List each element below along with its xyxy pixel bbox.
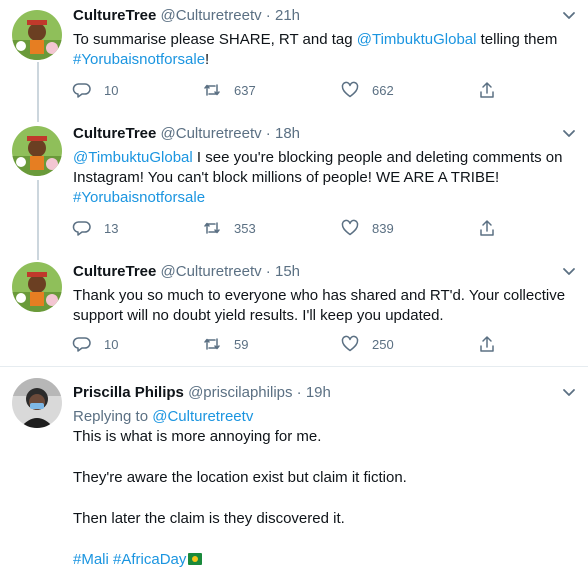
- paragraph: They're aware the location exist but cla…: [73, 469, 407, 486]
- text-segment: telling them: [476, 31, 558, 48]
- action-bar: 10 59 250: [72, 334, 502, 354]
- separator: ·: [261, 125, 275, 142]
- paragraph: This is what is more annoying for me.: [73, 428, 322, 445]
- culturetree-avatar-image: [12, 126, 62, 176]
- avatar[interactable]: [12, 126, 62, 176]
- reply-button[interactable]: 10: [72, 80, 118, 100]
- hashtag-line: #Mali #AfricaDay: [73, 550, 573, 570]
- tweet[interactable]: CultureTree @Culturetreetv · 21h To summ…: [0, 0, 588, 118]
- thread-line: [37, 118, 39, 122]
- reply-icon: [72, 221, 91, 236]
- retweet-button[interactable]: 353: [202, 218, 256, 238]
- culturetree-avatar-image: [12, 262, 62, 312]
- avatar[interactable]: [12, 378, 62, 428]
- handle[interactable]: @Culturetreetv: [161, 7, 262, 24]
- display-name[interactable]: CultureTree: [73, 263, 156, 280]
- hashtag-link[interactable]: #Mali: [73, 551, 109, 568]
- tweet-text: Thank you so much to everyone who has sh…: [73, 286, 573, 326]
- display-name[interactable]: CultureTree: [73, 7, 156, 24]
- replying-to: Replying to @Culturetreetv: [73, 407, 573, 427]
- mention-link[interactable]: @TimbuktuGlobal: [73, 149, 193, 166]
- text-segment: To summarise please SHARE, RT and tag: [73, 31, 357, 48]
- flag-emoji-icon: [188, 553, 203, 565]
- like-count: 250: [372, 336, 394, 352]
- retweet-count: 637: [234, 82, 256, 98]
- more-options-icon[interactable]: [560, 124, 578, 142]
- reply-count: 13: [104, 220, 119, 236]
- reply-icon: [72, 83, 91, 98]
- like-button[interactable]: 839: [340, 218, 394, 238]
- share-button[interactable]: [477, 334, 497, 354]
- text-segment: Thank you so much to everyone who has sh…: [73, 287, 566, 324]
- paragraph: Then later the claim is they discovered …: [73, 510, 345, 527]
- separator: ·: [292, 384, 306, 401]
- retweet-button[interactable]: 637: [202, 80, 256, 100]
- avatar[interactable]: [12, 262, 62, 312]
- replying-to-handle[interactable]: @Culturetreetv: [152, 408, 253, 425]
- tweet-text: To summarise please SHARE, RT and tag @T…: [73, 30, 573, 70]
- replying-to-label: Replying to: [73, 408, 149, 425]
- handle[interactable]: @priscilaphilips: [188, 384, 292, 401]
- reply-count: 10: [104, 336, 119, 352]
- hashtag-link[interactable]: #AfricaDay: [113, 551, 186, 568]
- retweet-count: 353: [234, 220, 256, 236]
- handle[interactable]: @Culturetreetv: [161, 125, 262, 142]
- like-button[interactable]: 250: [340, 334, 394, 354]
- share-button[interactable]: [477, 80, 497, 100]
- more-options-icon[interactable]: [560, 383, 578, 401]
- reply-button[interactable]: 10: [72, 334, 118, 354]
- tweet-header: Priscilla Philips @priscilaphilips · 19h: [73, 383, 331, 403]
- tweet-header: CultureTree @Culturetreetv · 21h: [73, 6, 300, 26]
- action-bar: 13 353 839: [72, 218, 502, 238]
- text-segment: !: [205, 51, 210, 68]
- retweet-count: 59: [234, 336, 249, 352]
- thread-line: [37, 180, 39, 256]
- tweet-header: CultureTree @Culturetreetv · 18h: [73, 124, 300, 144]
- like-count: 662: [372, 82, 394, 98]
- display-name[interactable]: CultureTree: [73, 125, 156, 142]
- reply-button[interactable]: 13: [72, 218, 118, 238]
- action-bar: 10 637 662: [72, 80, 502, 100]
- separator: ·: [261, 7, 275, 24]
- heart-icon: [341, 219, 359, 236]
- reply-count: 10: [104, 82, 119, 98]
- more-options-icon[interactable]: [560, 6, 578, 24]
- reply-icon: [72, 337, 91, 352]
- like-button[interactable]: 662: [340, 80, 394, 100]
- display-name[interactable]: Priscilla Philips: [73, 384, 184, 401]
- tweet-text: Replying to @Culturetreetv This is what …: [73, 407, 573, 570]
- reply-tweet[interactable]: Priscilla Philips @priscilaphilips · 19h…: [0, 366, 588, 568]
- mention-link[interactable]: @TimbuktuGlobal: [357, 31, 477, 48]
- hashtag-link[interactable]: #Yorubaisnotforsale: [73, 51, 205, 68]
- retweet-icon: [204, 222, 220, 234]
- tweet[interactable]: CultureTree @Culturetreetv · 18h @Timbuk…: [0, 118, 588, 256]
- timestamp[interactable]: 21h: [275, 7, 300, 24]
- retweet-icon: [204, 338, 220, 350]
- retweet-button[interactable]: 59: [202, 334, 248, 354]
- hashtag-link[interactable]: #Yorubaisnotforsale: [73, 189, 205, 206]
- avatar[interactable]: [12, 10, 62, 60]
- share-button[interactable]: [477, 218, 497, 238]
- separator: ·: [261, 263, 275, 280]
- priscilla-avatar-image: [12, 378, 62, 428]
- retweet-icon: [204, 84, 220, 96]
- tweet-text: @TimbuktuGlobal I see you're blocking pe…: [73, 148, 573, 208]
- like-count: 839: [372, 220, 394, 236]
- heart-icon: [341, 335, 359, 352]
- share-icon: [480, 336, 494, 352]
- share-icon: [480, 82, 494, 98]
- share-icon: [480, 220, 494, 236]
- timestamp[interactable]: 18h: [275, 125, 300, 142]
- culturetree-avatar-image: [12, 10, 62, 60]
- timestamp[interactable]: 15h: [275, 263, 300, 280]
- timestamp[interactable]: 19h: [306, 384, 331, 401]
- more-options-icon[interactable]: [560, 262, 578, 280]
- handle[interactable]: @Culturetreetv: [161, 263, 262, 280]
- thread-line: [37, 256, 39, 260]
- tweet-header: CultureTree @Culturetreetv · 15h: [73, 262, 300, 282]
- thread-line: [37, 62, 39, 118]
- tweet[interactable]: CultureTree @Culturetreetv · 15h Thank y…: [0, 256, 588, 366]
- heart-icon: [341, 81, 359, 98]
